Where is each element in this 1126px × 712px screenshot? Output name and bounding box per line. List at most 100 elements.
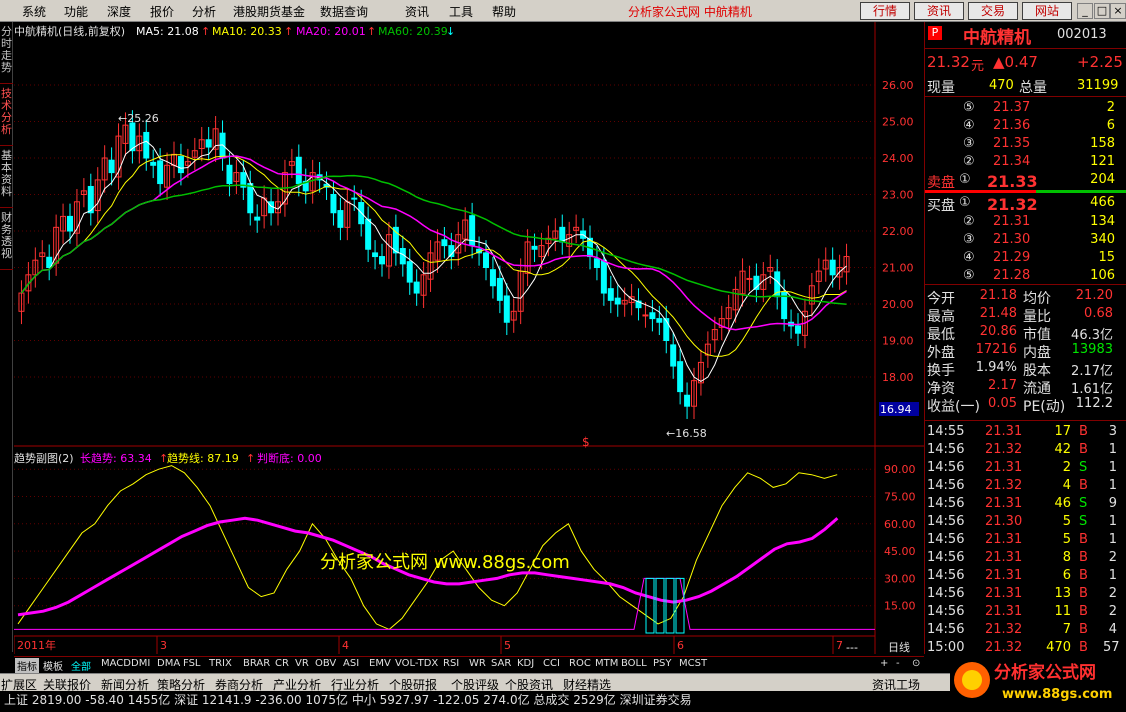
stat-label: PE(动): [1023, 399, 1066, 415]
tick-price: 21.31: [985, 568, 1023, 583]
logo: 分析家公式网 www.88gs.com: [950, 654, 1126, 709]
legend-ma20: MA20: 20.01: [296, 25, 366, 38]
tab-financials[interactable]: 财务透视: [0, 212, 13, 270]
indicator-tab[interactable]: BOLL: [621, 658, 647, 669]
x-axis-label: 4: [342, 639, 349, 652]
quote-panel: P 中航精机 002013 21.32 元 ▲0.47 +2.25 现量 470…: [924, 22, 1126, 655]
price-unit: 元: [971, 59, 985, 74]
menu-depth[interactable]: 深度: [107, 3, 131, 20]
tick-count: 4: [1108, 622, 1117, 637]
price-axis-label: 24.00: [882, 152, 914, 165]
zoom-out-icon[interactable]: -: [896, 658, 900, 669]
menu-news[interactable]: 资讯: [405, 3, 429, 20]
indicator-tab[interactable]: ASI: [343, 658, 359, 669]
tick-price: 21.31: [985, 550, 1023, 565]
sub-axis-label: 15.00: [884, 600, 916, 613]
indicator-tab[interactable]: OBV: [315, 658, 336, 669]
minimize-icon[interactable]: _: [1077, 3, 1093, 19]
indicator-tab[interactable]: TRIX: [209, 658, 232, 669]
tick-count: 1: [1108, 514, 1117, 529]
tick-side: B: [1079, 550, 1088, 565]
price-axis-label: 19.00: [882, 335, 914, 348]
menu-function[interactable]: 功能: [64, 3, 88, 20]
bid-price: 21.31: [993, 214, 1031, 229]
tick-vol: 46: [1054, 496, 1071, 511]
legend-ma60: MA60: 20.39: [378, 25, 448, 38]
indicator-tab[interactable]: ROC: [569, 658, 591, 669]
indicator-tab[interactable]: PSY: [653, 658, 672, 669]
indicator-tab[interactable]: BRAR: [243, 658, 270, 669]
indicator-tab[interactable]: CR: [275, 658, 289, 669]
indicator-tab[interactable]: FSL: [183, 658, 201, 669]
stat-label: 流通: [1023, 381, 1051, 397]
ask-price: 21.36: [993, 118, 1031, 133]
tick-count: 2: [1108, 550, 1117, 565]
quote-button[interactable]: 行情: [860, 2, 910, 20]
indicator-tab[interactable]: CCI: [543, 658, 560, 669]
menu-system[interactable]: 系统: [22, 3, 46, 20]
settings-icon[interactable]: ⊙: [912, 658, 920, 669]
price-axis-label: 20.00: [882, 298, 914, 311]
indicator-tab[interactable]: 指标: [15, 658, 39, 673]
close-icon[interactable]: ×: [1110, 3, 1126, 19]
menu-help[interactable]: 帮助: [492, 3, 516, 20]
tick-vol: 5: [1062, 514, 1071, 529]
bid-price: 21.30: [993, 232, 1031, 247]
indicator-tab[interactable]: SAR: [491, 658, 511, 669]
indicator-tab[interactable]: DMA: [157, 658, 180, 669]
menu-data-query[interactable]: 数据查询: [320, 3, 368, 20]
tick-vol: 42: [1054, 442, 1071, 457]
tick-side: S: [1079, 496, 1088, 511]
more-icon[interactable]: ---: [846, 641, 858, 654]
indicator-tab[interactable]: MACD: [101, 658, 131, 669]
candle: [150, 161, 157, 166]
indicator-tab[interactable]: MCST: [679, 658, 707, 669]
ask1-price: 21.33: [987, 172, 1038, 191]
tick-vol: 7: [1062, 622, 1071, 637]
sub-axis-label: 45.00: [884, 545, 916, 558]
menu-analysis[interactable]: 分析: [192, 3, 216, 20]
candle: [226, 164, 233, 185]
tick-vol: 13: [1054, 586, 1071, 601]
indicator-tab[interactable]: VR: [295, 658, 309, 669]
stat-label: 今开: [927, 291, 955, 307]
chart-area[interactable]: 26.00 25.00 24.00 23.00 22.00 21.00 20.00 19.00…: [13, 22, 924, 654]
candle: [677, 361, 684, 393]
arrow-up-icon: ↑: [246, 452, 255, 465]
indicator-tab[interactable]: VOL-TDX: [395, 658, 438, 669]
restore-icon[interactable]: □: [1094, 3, 1110, 19]
menu-tools[interactable]: 工具: [449, 3, 473, 20]
candle: [177, 156, 184, 174]
indicator-tab[interactable]: EMV: [369, 658, 391, 669]
candle: [67, 215, 73, 232]
tick-time: 14:56: [927, 550, 965, 565]
news-button[interactable]: 资讯: [914, 2, 964, 20]
indicator-tab[interactable]: KDJ: [517, 658, 534, 669]
indicator-tab[interactable]: RSI: [443, 658, 459, 669]
stat-value: 2.17亿: [1071, 364, 1113, 379]
trade-button[interactable]: 交易: [968, 2, 1018, 20]
x-axis-label: 7: [836, 639, 843, 652]
menu-quote[interactable]: 报价: [150, 3, 174, 20]
indicator-tab[interactable]: WR: [469, 658, 486, 669]
indicator-tab[interactable]: 模板: [43, 658, 63, 673]
indicator-tab[interactable]: DMI: [131, 658, 150, 669]
menu-hk-futures[interactable]: 港股期货基金: [233, 3, 305, 20]
price-change-pct: +2.25: [1077, 53, 1123, 71]
stat-value: 1.61亿: [1071, 382, 1113, 397]
website-button[interactable]: 网站: [1022, 2, 1072, 20]
zoom-in-icon[interactable]: +: [880, 658, 888, 669]
stat-label: 外盘: [927, 345, 955, 361]
total-vol: 31199: [1077, 78, 1119, 93]
legend-ma10: MA10: 20.33: [212, 25, 282, 38]
price-axis-label: 23.00: [882, 189, 914, 202]
tab-fundamentals[interactable]: 基本资料: [0, 150, 13, 208]
candle: [254, 216, 261, 221]
tick-side: B: [1079, 640, 1088, 655]
indicator-tab[interactable]: 全部: [71, 658, 91, 673]
tab-intraday[interactable]: 分时走势: [0, 26, 13, 84]
bid-level: ③: [963, 232, 975, 247]
indicator-tab[interactable]: MTM: [595, 658, 618, 669]
tab-technical[interactable]: 技术分析: [0, 88, 13, 146]
period-label[interactable]: 日线: [888, 640, 910, 654]
